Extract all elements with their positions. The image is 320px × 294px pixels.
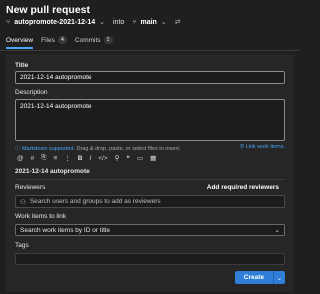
divider [15, 179, 285, 180]
numbered-list-icon[interactable]: ⋮ [64, 154, 71, 162]
branch-selector-bar: ⑂ autopromote-2021-12-14 ⌄ into ⑂ main ⌄… [6, 17, 181, 27]
chevron-down-icon[interactable]: ⌄ [99, 18, 105, 26]
description-preview: 2021-12-14 autopromote [15, 168, 90, 175]
quote-icon[interactable]: ❝ [126, 154, 130, 162]
title-label: Title [15, 62, 29, 69]
reviewers-placeholder: Search users and groups to add as review… [29, 198, 161, 205]
work-items-placeholder: Search work items by ID or title [20, 226, 110, 234]
tab-label: Files [41, 36, 55, 44]
markdown-hint-text: Drag & drop, paste, or select files to i… [74, 146, 181, 152]
code-icon[interactable]: </> [98, 155, 107, 162]
work-items-select[interactable]: Search work items by ID or title ⌄ [15, 224, 285, 236]
branch-icon: ⑂ [6, 18, 11, 26]
source-branch[interactable]: autopromote-2021-12-14 [14, 19, 95, 26]
description-label: Description [15, 89, 48, 96]
markdown-hint: ⓘ Markdown supported. Drag & drop, paste… [15, 144, 180, 152]
reviewers-label: Reviewers [15, 184, 46, 191]
link-work-items[interactable]: ⚲ Link work items. [240, 144, 285, 150]
markdown-link[interactable]: Markdown supported. [22, 146, 75, 152]
mention-icon[interactable]: @ [17, 155, 24, 162]
link-icon: ⚲ [240, 144, 245, 150]
chevron-down-icon[interactable]: ⌄ [273, 271, 285, 284]
branch-icon: ⑂ [132, 18, 137, 26]
link-icon[interactable]: ⚲ [115, 154, 120, 162]
bullets-icon[interactable]: ≡ [53, 155, 57, 162]
into-label: into [113, 18, 125, 26]
link-work-items-label: Link work items. [245, 144, 285, 150]
work-items-label: Work items to link [15, 213, 67, 220]
reviewers-search-input[interactable]: ⚇ Search users and groups to add as revi… [15, 195, 285, 208]
tab-label: Commits [74, 36, 101, 44]
tab-files[interactable]: Files 4 [41, 34, 67, 46]
italic-icon[interactable]: I [89, 155, 91, 162]
add-required-reviewers-button[interactable]: Add required reviewers [207, 184, 279, 191]
person-icon: ⚇ [20, 198, 26, 206]
tags-input[interactable] [15, 253, 285, 265]
create-split-button: Create ⌄ [234, 271, 285, 284]
form-panel: Title 2021-12-14 autopromote Description… [6, 54, 294, 292]
count-badge: 4 [57, 36, 67, 44]
page-title: New pull request [6, 4, 91, 16]
hash-icon[interactable]: # [31, 155, 35, 162]
target-branch[interactable]: main [141, 19, 157, 26]
image-icon[interactable]: ▭ [137, 154, 143, 162]
tab-commits[interactable]: Commits 1 [75, 34, 113, 46]
list-icon[interactable]: ⎘ [41, 154, 46, 162]
bold-icon[interactable]: B [78, 155, 83, 162]
table-icon[interactable]: ▦ [150, 154, 156, 162]
tab-bar: Overview Files 4 Commits 1 [6, 34, 113, 49]
markdown-icon: ⓘ [15, 146, 21, 152]
title-input[interactable]: 2021-12-14 autopromote [15, 71, 285, 84]
create-button[interactable]: Create [234, 271, 273, 284]
chevron-down-icon: ⌄ [274, 227, 280, 234]
count-badge: 1 [103, 36, 113, 44]
divider [0, 50, 300, 51]
swap-icon[interactable]: ⇄ [175, 18, 181, 26]
tab-label: Overview [6, 36, 34, 44]
description-value: 2021-12-14 autopromote [20, 103, 92, 110]
formatting-toolbar: @ # ⎘ ≡ ⋮ B I </> ⚲ ❝ ▭ ▦ [17, 154, 156, 162]
title-value: 2021-12-14 autopromote [20, 74, 92, 81]
tags-label: Tags [15, 242, 29, 249]
chevron-down-icon[interactable]: ⌄ [161, 18, 167, 26]
tab-overview[interactable]: Overview [6, 34, 34, 49]
description-textarea[interactable]: 2021-12-14 autopromote [15, 99, 285, 141]
